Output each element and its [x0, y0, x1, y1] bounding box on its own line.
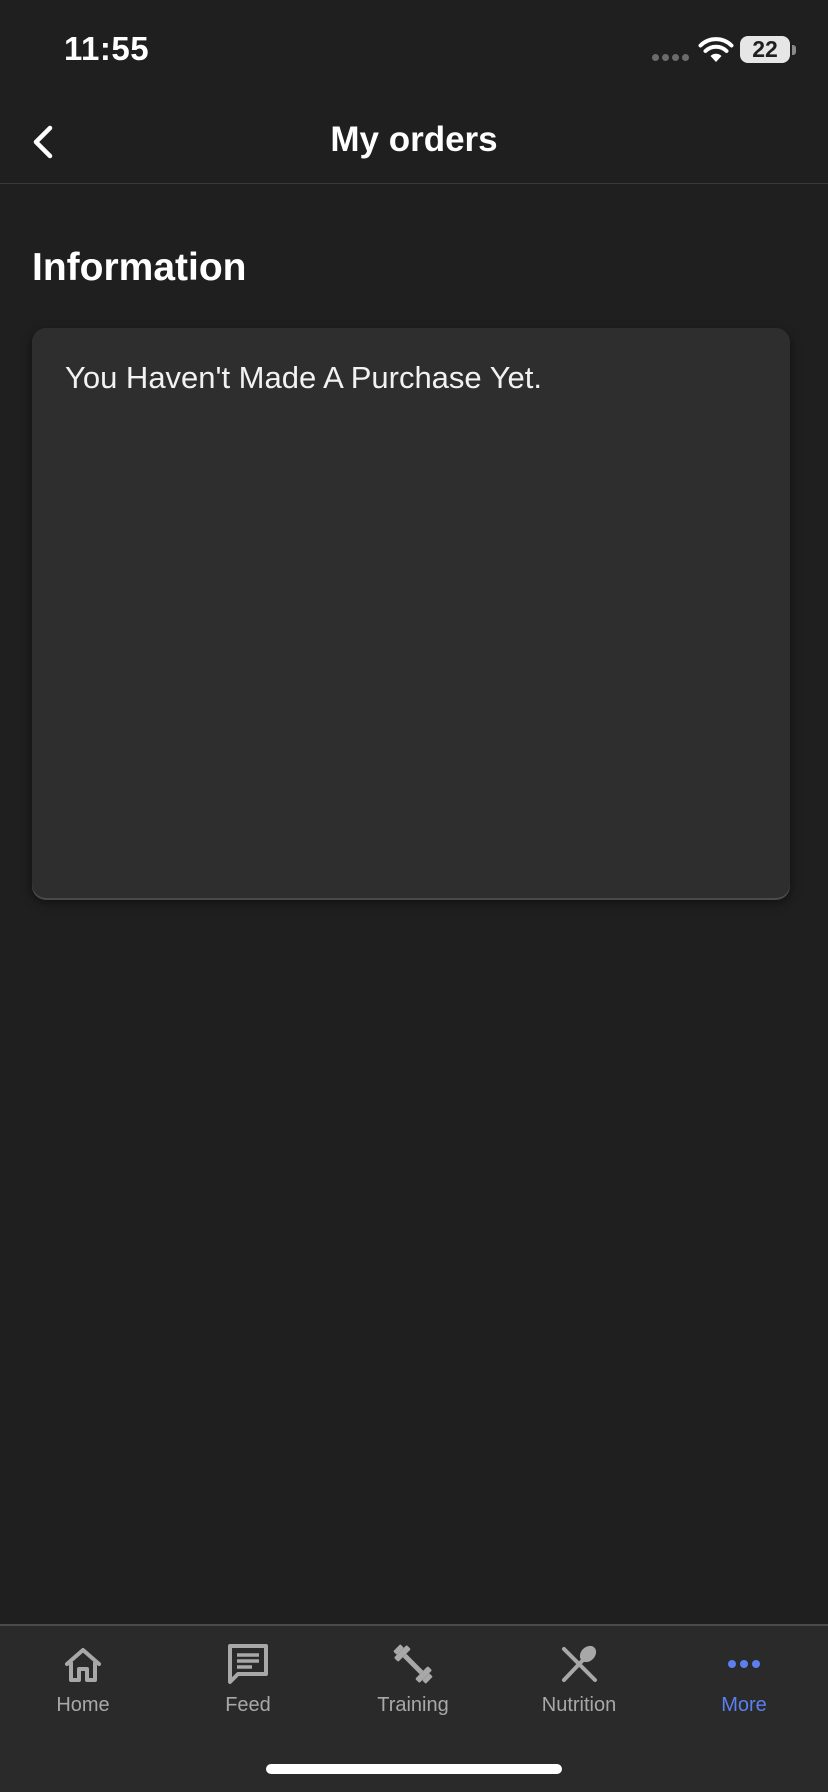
navigation-bar: My orders [0, 100, 828, 184]
more-dots-icon [728, 1660, 760, 1668]
page-title: My orders [330, 120, 498, 159]
status-time: 11:55 [64, 30, 150, 67]
tab-nutrition-label: Nutrition [541, 1694, 617, 1716]
section-heading: Information [32, 246, 247, 289]
wifi-icon [698, 37, 734, 62]
home-icon [65, 1648, 101, 1682]
home-indicator[interactable] [266, 1764, 562, 1774]
tab-training[interactable]: Training [330, 1640, 496, 1740]
chat-icon [228, 1644, 268, 1684]
empty-orders-message: You Haven't Made A Purchase Yet. [65, 360, 543, 395]
battery-cap [792, 45, 796, 55]
info-card: You Haven't Made A Purchase Yet. [32, 328, 790, 898]
status-bar: 11:55 22 [0, 0, 828, 100]
tab-more-label: More [721, 1694, 767, 1716]
cellular-signal-icon [652, 54, 689, 61]
tab-feed-label: Feed [225, 1694, 271, 1716]
tab-home[interactable]: Home [0, 1640, 166, 1740]
tab-more[interactable]: More [661, 1640, 827, 1740]
tab-training-label: Training [377, 1694, 449, 1716]
utensils-icon [562, 1645, 597, 1682]
tab-nutrition[interactable]: Nutrition [496, 1640, 662, 1740]
dumbbell-icon [393, 1644, 433, 1684]
tab-home-label: Home [56, 1694, 110, 1716]
my-orders-screen: 11:55 22 My orders Information You Haven… [0, 0, 828, 1792]
battery-icon: 22 [740, 36, 790, 63]
tab-feed[interactable]: Feed [165, 1640, 331, 1740]
